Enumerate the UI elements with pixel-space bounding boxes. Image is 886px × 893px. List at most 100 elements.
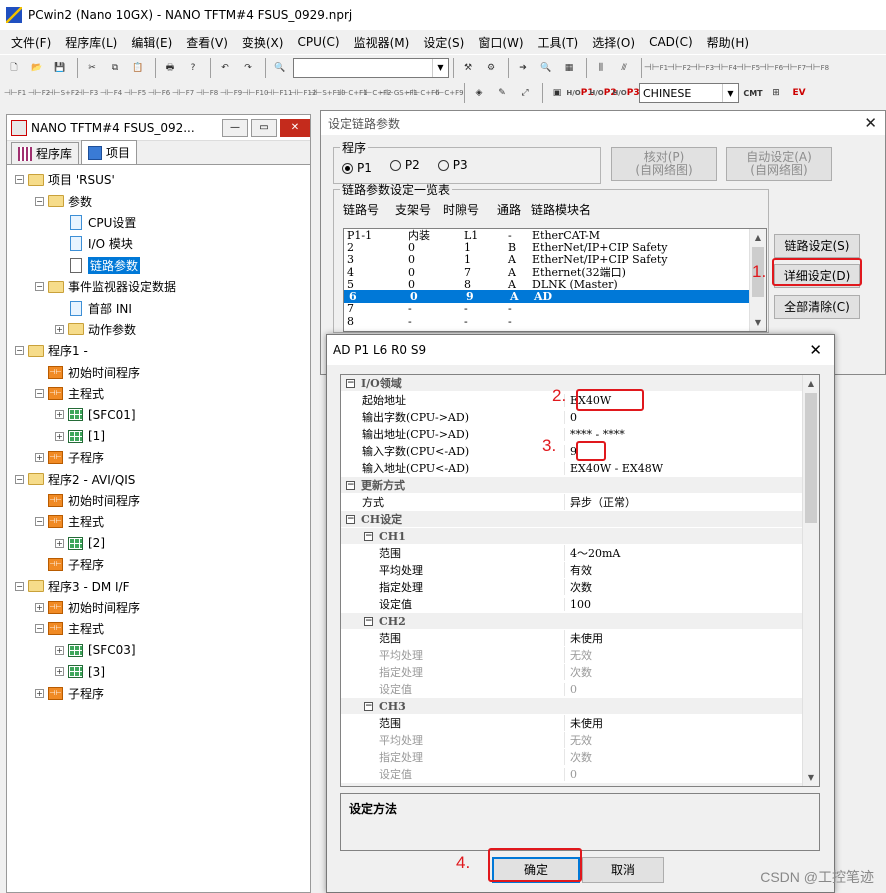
minimize-button[interactable]: —: [222, 118, 248, 137]
function-key-button[interactable]: ⊣⊢ F4: [100, 83, 122, 103]
tree-node[interactable]: + [SFC01]: [15, 404, 310, 425]
tree-node[interactable]: + [2]: [15, 533, 310, 554]
property-row[interactable]: 设定值 0: [341, 766, 804, 783]
collapse-icon[interactable]: −: [35, 282, 44, 292]
property-value[interactable]: 有效: [564, 562, 804, 578]
property-value[interactable]: **** - ****: [564, 427, 804, 441]
collapse-icon[interactable]: −: [35, 389, 44, 399]
detail-close-icon[interactable]: ✕: [809, 341, 822, 359]
print-icon[interactable]: 🖶: [160, 58, 180, 78]
menu-item[interactable]: 工具(T): [531, 34, 586, 51]
auto-setting-button[interactable]: 自动设定(A) (自网络图): [726, 147, 832, 181]
function-key-button[interactable]: ⊣⊢ F10: [242, 83, 269, 103]
property-category[interactable]: − CH设定: [341, 511, 804, 528]
function-key-button[interactable]: ⊣⊢ C+F9: [430, 83, 463, 103]
scroll-down-icon[interactable]: ▼: [750, 314, 766, 331]
cancel-button[interactable]: 取消: [582, 857, 664, 883]
scroll-down-icon[interactable]: ▼: [803, 769, 819, 786]
link-row[interactable]: 8 - - -: [344, 315, 749, 328]
property-row[interactable]: 方式 异步（正常）: [341, 494, 804, 511]
collapse-icon[interactable]: −: [346, 514, 355, 524]
property-row[interactable]: 输入地址(CPU<-AD) EX40W - EX48W: [341, 460, 804, 477]
property-row[interactable]: 设定值 0: [341, 681, 804, 698]
program-button[interactable]: H/O P1: [566, 83, 593, 103]
link-row[interactable]: 4 0 7 A Ethernet(32端口): [344, 266, 749, 280]
expand-icon[interactable]: +: [35, 688, 44, 698]
tree-node[interactable]: + 动作参数: [15, 319, 310, 340]
menu-item[interactable]: 程序库(L): [58, 34, 124, 51]
edit-icon[interactable]: ✎: [492, 83, 512, 103]
tree-node[interactable]: − ⊣⊢ 主程式: [15, 618, 310, 639]
function-key-button[interactable]: ⊣⊢ F9: [220, 83, 242, 103]
scroll-up-icon[interactable]: ▲: [750, 229, 766, 246]
property-value[interactable]: 无效: [564, 732, 804, 748]
property-value[interactable]: 未使用: [564, 630, 804, 646]
expand-icon[interactable]: +: [35, 603, 44, 612]
property-value[interactable]: 次数: [564, 664, 804, 680]
monitor2-icon[interactable]: ⚙: [481, 58, 501, 78]
help-icon[interactable]: ?: [183, 58, 203, 78]
property-row[interactable]: 起始地址 EX40W: [341, 392, 804, 409]
tree-node[interactable]: − 程序3 - DM I/F: [15, 575, 310, 596]
menu-item[interactable]: 文件(F): [4, 34, 58, 51]
link-setting-button[interactable]: 链路设定(S): [774, 234, 860, 258]
tree-node[interactable]: − 程序1 -: [15, 340, 310, 361]
program-radio-p3[interactable]: P3: [437, 158, 468, 172]
maximize-button[interactable]: ▭: [251, 118, 277, 137]
property-value[interactable]: 次数: [564, 749, 804, 765]
paste-icon[interactable]: 📋: [128, 58, 148, 78]
property-row[interactable]: 范围 未使用: [341, 715, 804, 732]
function-key-button[interactable]: ⊣⊢ F5: [124, 83, 146, 103]
collapse-icon[interactable]: −: [364, 701, 373, 711]
tree-node[interactable]: 链路参数: [15, 255, 310, 276]
ev-icon[interactable]: EV: [789, 83, 809, 103]
expand-icon[interactable]: +: [55, 410, 64, 420]
tree-node[interactable]: + [1]: [15, 426, 310, 447]
tree-node[interactable]: − 参数: [15, 190, 310, 211]
dialog-close-icon[interactable]: ✕: [864, 114, 877, 132]
tab-project[interactable]: 项目: [81, 140, 138, 164]
property-row[interactable]: 指定处理 次数: [341, 579, 804, 596]
tab-library[interactable]: 程序库: [11, 142, 80, 164]
function-key-button[interactable]: ⊣⊢ F5: [736, 58, 760, 78]
link-row[interactable]: 2 0 1 B EtherNet/IP+CIP Safety: [344, 241, 749, 254]
zoom-icon[interactable]: 🔍: [536, 58, 556, 78]
property-category[interactable]: − CH3: [341, 698, 804, 715]
property-row[interactable]: 输出字数(CPU->AD) 0: [341, 409, 804, 426]
property-row[interactable]: 指定处理 次数: [341, 664, 804, 681]
menu-item[interactable]: 查看(V): [179, 34, 235, 51]
collapse-icon[interactable]: −: [15, 581, 24, 591]
menu-item[interactable]: 编辑(E): [124, 34, 179, 51]
property-category[interactable]: − CH1: [341, 528, 804, 545]
function-key-button[interactable]: ⊣⊢ F4: [713, 58, 737, 78]
expand-icon[interactable]: +: [55, 538, 64, 548]
cmt-icon[interactable]: CMT: [743, 83, 763, 103]
tree-node[interactable]: + [SFC03]: [15, 640, 310, 661]
property-category[interactable]: − CH2: [341, 613, 804, 630]
tree-node[interactable]: + ⊣⊢ 初始时间程序: [15, 597, 310, 618]
program-radio-p2[interactable]: P2: [389, 158, 420, 172]
function-key-button[interactable]: ⊣⊢ F1: [4, 83, 26, 103]
expand-icon[interactable]: +: [55, 667, 64, 677]
property-row[interactable]: 平均处理 无效: [341, 647, 804, 664]
property-grid[interactable]: − I/O领域 起始地址 EX40W 输出字数(CPU->AD) 0 输出地址(CPU->A…: [340, 374, 820, 787]
program-radio-p1[interactable]: P1: [342, 161, 372, 175]
diamond-icon[interactable]: ◈: [469, 83, 489, 103]
property-row[interactable]: 范围 4～20mA: [341, 545, 804, 562]
collapse-icon[interactable]: −: [364, 787, 373, 788]
property-category[interactable]: − CH4: [341, 783, 804, 788]
property-value[interactable]: 异步（正常）: [564, 494, 804, 510]
function-key-button[interactable]: ⊣⊢ F3: [76, 83, 98, 103]
expand-icon[interactable]: +: [55, 431, 64, 441]
menu-item[interactable]: 监视器(M): [347, 34, 417, 51]
link-list[interactable]: P1-1 内装 L1- EtherCAT-M 2 0 1 B EtherNet/IP+CIP S…: [343, 228, 767, 332]
save-icon[interactable]: 💾: [50, 58, 70, 78]
link-row[interactable]: 5 0 8 A DLNK (Master): [344, 278, 749, 291]
function-key-button[interactable]: ⊣⊢ F1: [644, 58, 668, 78]
link-row[interactable]: 7 - - -: [344, 302, 749, 315]
expand-icon[interactable]: +: [35, 453, 44, 463]
copy-icon[interactable]: ⧉: [105, 58, 125, 78]
property-row[interactable]: 输入字数(CPU<-AD) 9: [341, 443, 804, 460]
property-category[interactable]: − I/O领域: [341, 375, 804, 392]
tree-node[interactable]: − ⊣⊢ 主程式: [15, 383, 310, 404]
